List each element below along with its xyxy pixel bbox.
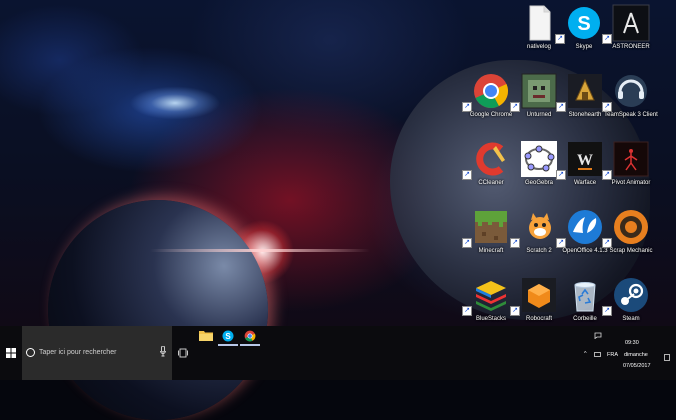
windows-logo-icon (6, 348, 16, 358)
network-icon[interactable] (594, 352, 601, 358)
notification-tray-icon[interactable] (594, 332, 602, 339)
shortcut-arrow-icon: ↗ (462, 170, 472, 180)
scrap-mechanic-icon (614, 210, 648, 244)
shortcut-arrow-icon: ↗ (510, 238, 520, 248)
desktop-icon-google-chrome[interactable]: ↗ Google Chrome (462, 70, 516, 130)
desktop-icon-stonehearth[interactable]: ↗ Stonehearth (556, 70, 610, 130)
svg-text:S: S (577, 13, 590, 35)
task-view-icon (178, 348, 188, 358)
desktop-icon-scratch-2[interactable]: ↗ Scratch 2 (510, 206, 564, 266)
unturned-icon (521, 73, 557, 109)
chevron-up-icon[interactable]: ^ (584, 351, 587, 357)
warface-icon: W (568, 142, 602, 176)
desktop-icon-label: Steam (622, 316, 640, 322)
search-input[interactable]: Taper ici pour rechercher (22, 326, 172, 380)
chrome-icon (474, 74, 509, 109)
running-indicator (240, 344, 260, 346)
task-view-button[interactable] (176, 342, 190, 364)
taskbar-app-skype[interactable]: S (216, 326, 240, 346)
skype-icon: S (568, 7, 600, 39)
shortcut-arrow-icon: ↗ (510, 102, 520, 112)
taskbar-app-chrome[interactable] (238, 326, 262, 346)
language-indicator[interactable]: FRA (607, 352, 618, 358)
chrome-icon (244, 330, 256, 342)
steam-icon (614, 278, 648, 312)
clock-date[interactable]: 07/05/2017 (623, 363, 651, 369)
shortcut-arrow-icon: ↗ (556, 102, 566, 112)
desktop-icon-steam[interactable]: ↗ Steam (602, 274, 656, 334)
desktop-icon-label: ASTRONEER (612, 44, 650, 50)
astroneer-icon (612, 4, 650, 42)
pivot-animator-icon (613, 141, 649, 177)
shortcut-arrow-icon: ↗ (462, 306, 472, 316)
clock-time[interactable]: 09:30 (625, 340, 639, 346)
clock-day[interactable]: dimanche (624, 352, 648, 358)
shortcut-arrow-icon: ↗ (462, 102, 472, 112)
desktop-icon-bluestacks[interactable]: ↗ BlueStacks (462, 274, 516, 334)
teamspeak-icon (615, 75, 647, 107)
desktop-icon-label: TeamSpeak 3 Client (604, 112, 658, 118)
shortcut-arrow-icon: ↗ (555, 34, 565, 44)
cortana-icon (26, 348, 35, 357)
shortcut-arrow-icon: ↗ (602, 306, 612, 316)
desktop-icon-warface[interactable]: W ↗ Warface (556, 138, 610, 198)
desktop-icon-unturned[interactable]: ↗ Unturned (510, 70, 564, 130)
recycle-bin-icon (574, 282, 596, 312)
file-icon (529, 5, 551, 41)
desktop-icon-robocraft[interactable]: ↗ Robocraft (510, 274, 564, 334)
desktop-icon-label: Scrap Mechanic (609, 248, 653, 254)
shortcut-arrow-icon: ↗ (602, 238, 612, 248)
robocraft-icon (522, 278, 556, 312)
geogebra-icon (521, 141, 557, 177)
desktop-icon-scrap-mechanic[interactable]: ↗ Scrap Mechanic (602, 206, 656, 266)
desktop-icon-pivot-animator[interactable]: ↗ Pivot Animator (602, 138, 656, 198)
stonehearth-icon (568, 74, 602, 108)
desktop-icon-geogebra[interactable]: GeoGebra (514, 138, 564, 198)
desktop-icon-skype[interactable]: S ↗ Skype (555, 2, 609, 62)
desktop-icon-astroneer[interactable]: ↗ ASTRONEER (602, 2, 656, 62)
shortcut-arrow-icon: ↗ (602, 102, 612, 112)
shortcut-arrow-icon: ↗ (602, 34, 612, 44)
action-center-icon[interactable] (664, 354, 670, 361)
desktop-icon-teamspeak[interactable]: ↗ TeamSpeak 3 Client (602, 70, 658, 130)
start-button[interactable] (0, 326, 22, 380)
wallpaper-lens-flare (150, 249, 370, 252)
bluestacks-icon (476, 281, 506, 311)
shortcut-arrow-icon: ↗ (510, 306, 520, 316)
desktop-icon-openoffice[interactable]: ↗ OpenOffice 4.1.3 (556, 206, 610, 266)
shortcut-arrow-icon: ↗ (602, 170, 612, 180)
file-explorer-icon (199, 331, 213, 341)
microphone-icon[interactable] (160, 346, 166, 357)
wallpaper-planet (48, 200, 268, 420)
svg-text:S: S (225, 332, 231, 341)
desktop-icon-ccleaner[interactable]: ↗ CCleaner (462, 138, 516, 198)
shortcut-arrow-icon: ↗ (462, 238, 472, 248)
running-indicator (218, 344, 238, 346)
taskbar-app-file-explorer[interactable] (194, 326, 218, 346)
scratch-icon (529, 213, 551, 239)
desktop-icon-label: Pivot Animator (611, 180, 651, 186)
desktop-icon-corbeille[interactable]: Corbeille (560, 274, 610, 334)
search-placeholder: Taper ici pour rechercher (39, 349, 117, 356)
openoffice-icon (568, 210, 602, 244)
desktop-icon-minecraft[interactable]: ↗ Minecraft (462, 206, 516, 266)
minecraft-icon (475, 211, 507, 243)
skype-icon: S (222, 330, 234, 342)
shortcut-arrow-icon: ↗ (556, 238, 566, 248)
svg-text:W: W (577, 152, 593, 169)
shortcut-arrow-icon: ↗ (556, 170, 566, 180)
desktop-icon-nativelog[interactable]: nativelog (514, 2, 564, 62)
system-tray: 09:30 ^ FRA dimanche 07/05/2017 (578, 330, 676, 378)
ccleaner-icon (476, 142, 505, 176)
